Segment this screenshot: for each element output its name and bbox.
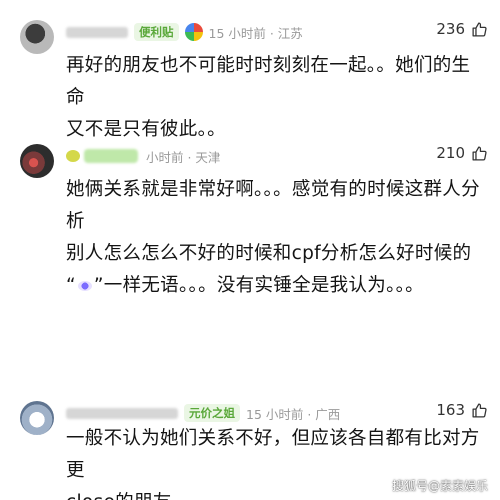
user-badge-label: 元价之姐: [189, 406, 235, 420]
user-badge-blurred[interactable]: [84, 149, 138, 163]
watermark: 搜狐号@素素娱乐: [391, 479, 488, 493]
thumbs-up-icon: [471, 145, 488, 162]
comment-meta: 小时前 · 天津: [66, 146, 220, 166]
like-button[interactable]: 163: [436, 401, 488, 419]
like-button[interactable]: 236: [436, 20, 488, 38]
like-count: 236: [436, 20, 465, 38]
like-count: 210: [436, 144, 465, 162]
username-blurred[interactable]: [66, 26, 128, 38]
badge-icon: [66, 150, 80, 162]
comment-time-location: 小时前 · 天津: [146, 149, 221, 165]
thumbs-up-icon: [471, 21, 488, 38]
like-count: 163: [436, 401, 465, 419]
comment-feed: 便利贴 15 小时前 · 江苏 236 再好的朋友也不可能时时刻刻在一起。。她们…: [0, 0, 500, 500]
user-badge[interactable]: 便利贴: [134, 23, 179, 41]
comment-meta: 便利贴 15 小时前 · 江苏: [66, 22, 303, 42]
emoji-icon: [77, 281, 92, 291]
app-logo-icon: [184, 23, 203, 41]
thumbs-up-icon: [471, 402, 488, 419]
comment-text-part: ”一样无语。。。没有实锤全是我认为。。。: [93, 275, 424, 296]
avatar[interactable]: [20, 401, 54, 435]
user-badge-label: 便利贴: [139, 25, 174, 39]
user-badge[interactable]: 元价之姐: [184, 404, 240, 422]
comment-text: 她俩关系就是非常好啊。。。感觉有的时候这群人分析 别人怎么怎么不好的时候和cpf…: [66, 174, 486, 302]
avatar[interactable]: [20, 144, 54, 178]
like-button[interactable]: 210: [436, 144, 488, 162]
avatar[interactable]: [20, 20, 54, 54]
comment-time-location: 15 小时前 · 江苏: [208, 25, 303, 41]
comment-time-location: 15 小时前 · 广西: [246, 406, 341, 422]
comment-text: 再好的朋友也不可能时时刻刻在一起。。她们的生命 又不是只有彼此。。: [66, 55, 471, 140]
comment-meta: 元价之姐 15 小时前 · 广西: [66, 403, 340, 423]
username-blurred[interactable]: [66, 407, 178, 419]
